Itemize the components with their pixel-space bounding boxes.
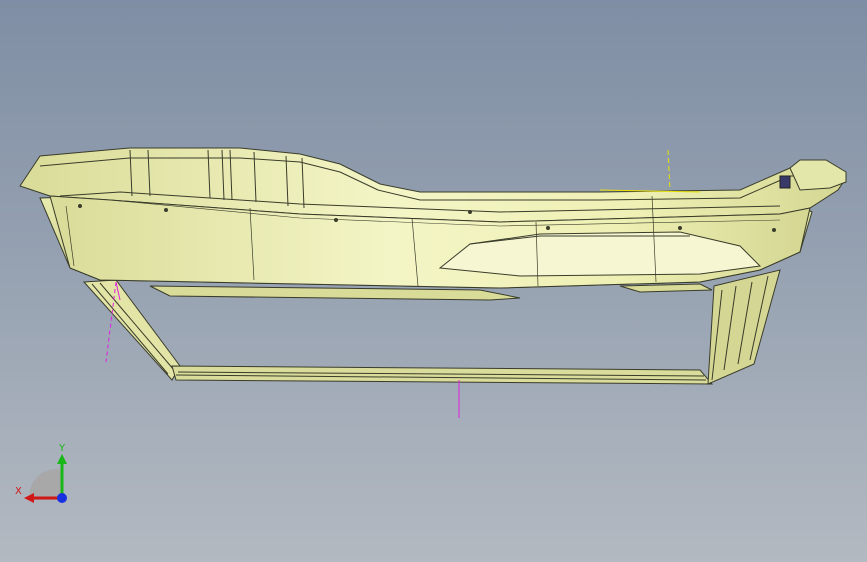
model-view[interactable] xyxy=(0,0,867,562)
graphics-viewport[interactable]: X Y xyxy=(0,0,867,562)
y-axis-label: Y xyxy=(59,443,66,454)
coordinate-triad: X Y xyxy=(10,440,80,510)
z-axis-icon xyxy=(57,493,67,503)
x-axis-label: X xyxy=(15,486,22,497)
triad-plane-icon xyxy=(29,469,62,500)
tray-body[interactable] xyxy=(19,147,847,301)
